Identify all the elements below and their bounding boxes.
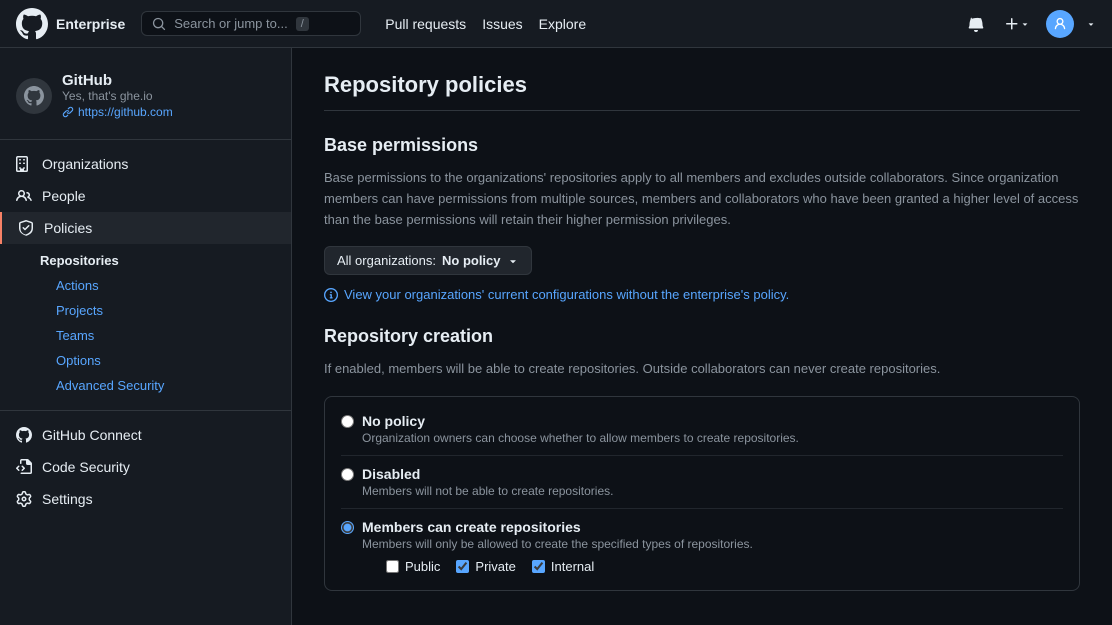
avatar[interactable] (1046, 10, 1074, 38)
github-connect-icon (16, 427, 32, 443)
enterprise-logo[interactable]: Enterprise (16, 8, 125, 40)
sidebar-sub-item-advanced-security[interactable]: Advanced Security (40, 373, 291, 398)
avatar-chevron-icon (1086, 19, 1096, 29)
sidebar-sub-item-projects[interactable]: Projects (40, 298, 291, 323)
chevron-down-icon (1020, 19, 1030, 29)
sidebar-item-code-security[interactable]: Code Security (0, 451, 291, 483)
public-checkbox-label[interactable]: Public (386, 559, 440, 574)
user-icon (1053, 17, 1067, 31)
repo-type-checkboxes: Public Private Internal (362, 559, 753, 574)
sidebar-sub-item-teams[interactable]: Teams (40, 323, 291, 348)
code-security-icon (16, 459, 32, 475)
org-link[interactable]: https://github.com (62, 105, 173, 119)
disabled-radio[interactable] (341, 468, 354, 481)
sidebar-item-organizations[interactable]: Organizations (0, 148, 291, 180)
pull-requests-link[interactable]: Pull requests (385, 16, 466, 32)
no-policy-radio[interactable] (341, 415, 354, 428)
sidebar: GitHub Yes, that's ghe.io https://github… (0, 48, 292, 625)
sidebar-divider-1 (0, 139, 291, 140)
internal-checkbox-label[interactable]: Internal (532, 559, 594, 574)
disabled-desc: Members will not be able to create repos… (362, 484, 613, 498)
issues-link[interactable]: Issues (482, 16, 522, 32)
topnav: Enterprise Search or jump to... / Pull r… (0, 0, 1112, 48)
explore-link[interactable]: Explore (539, 16, 586, 32)
no-policy-desc: Organization owners can choose whether t… (362, 431, 799, 445)
sidebar-sub-section-label: Repositories (40, 248, 291, 273)
dropdown-chevron-icon (507, 255, 519, 267)
org-info: GitHub Yes, that's ghe.io https://github… (62, 72, 173, 119)
private-checkbox-label[interactable]: Private (456, 559, 515, 574)
sidebar-sub-section: Repositories Actions Projects Teams Opti… (0, 244, 291, 402)
sidebar-sub-item-actions[interactable]: Actions (40, 273, 291, 298)
disabled-label: Disabled (362, 466, 613, 482)
public-checkbox[interactable] (386, 560, 399, 573)
repo-creation-desc: If enabled, members will be able to crea… (324, 359, 1080, 380)
enterprise-label: Enterprise (56, 16, 125, 32)
private-checkbox[interactable] (456, 560, 469, 573)
org-name: GitHub (62, 72, 173, 89)
sidebar-item-label-github-connect: GitHub Connect (42, 427, 142, 443)
github-logo-icon (16, 8, 48, 40)
radio-option-members-create: Members can create repositories Members … (341, 509, 1063, 574)
people-icon (16, 188, 32, 204)
sidebar-item-label-settings: Settings (42, 491, 93, 507)
topnav-right (964, 10, 1096, 38)
internal-checkbox[interactable] (532, 560, 545, 573)
sidebar-item-label-people: People (42, 188, 86, 204)
sidebar-item-policies[interactable]: Policies (0, 212, 291, 244)
org-sub: Yes, that's ghe.io (62, 89, 173, 103)
base-permissions-title: Base permissions (324, 135, 1080, 156)
plus-icon (1004, 16, 1020, 32)
sidebar-item-label-organizations: Organizations (42, 156, 128, 172)
page-title: Repository policies (324, 72, 1080, 111)
sidebar-org-header: GitHub Yes, that's ghe.io https://github… (0, 64, 291, 131)
add-button[interactable] (1000, 12, 1034, 36)
search-icon (152, 17, 166, 31)
settings-icon (16, 491, 32, 507)
base-permissions-dropdown[interactable]: All organizations: No policy (324, 246, 532, 275)
sidebar-item-github-connect[interactable]: GitHub Connect (0, 419, 291, 451)
repo-creation-card: No policy Organization owners can choose… (324, 396, 1080, 591)
dropdown-value: No policy (442, 253, 501, 268)
sidebar-item-people[interactable]: People (0, 180, 291, 212)
radio-option-no-policy: No policy Organization owners can choose… (341, 413, 1063, 456)
dropdown-label: All organizations: (337, 253, 436, 268)
current-config-link[interactable]: View your organizations' current configu… (324, 287, 1080, 302)
public-label: Public (405, 559, 440, 574)
search-kbd: / (296, 17, 309, 31)
github-org-icon (24, 86, 44, 106)
topnav-links: Pull requests Issues Explore (385, 16, 586, 32)
bell-icon (968, 16, 984, 32)
no-policy-label: No policy (362, 413, 799, 429)
base-permissions-desc: Base permissions to the organizations' r… (324, 168, 1080, 230)
main-content: Repository policies Base permissions Bas… (292, 48, 1112, 625)
sidebar-item-settings[interactable]: Settings (0, 483, 291, 515)
members-create-label: Members can create repositories (362, 519, 753, 535)
private-label: Private (475, 559, 515, 574)
sidebar-item-label-policies: Policies (44, 220, 92, 236)
repo-creation-title: Repository creation (324, 326, 1080, 347)
sidebar-item-label-code-security: Code Security (42, 459, 130, 475)
info-icon (324, 288, 338, 302)
members-create-radio[interactable] (341, 521, 354, 534)
radio-option-disabled: Disabled Members will not be able to cre… (341, 456, 1063, 509)
internal-label: Internal (551, 559, 594, 574)
sidebar-sub-item-options[interactable]: Options (40, 348, 291, 373)
members-create-desc: Members will only be allowed to create t… (362, 537, 753, 551)
org-avatar (16, 78, 52, 114)
info-link-text: View your organizations' current configu… (344, 287, 789, 302)
search-box[interactable]: Search or jump to... / (141, 11, 361, 36)
organizations-icon (16, 156, 32, 172)
policies-icon (18, 220, 34, 236)
search-placeholder: Search or jump to... (174, 16, 287, 31)
sidebar-divider-2 (0, 410, 291, 411)
notifications-button[interactable] (964, 12, 988, 36)
main-layout: GitHub Yes, that's ghe.io https://github… (0, 48, 1112, 625)
link-icon (62, 106, 74, 118)
